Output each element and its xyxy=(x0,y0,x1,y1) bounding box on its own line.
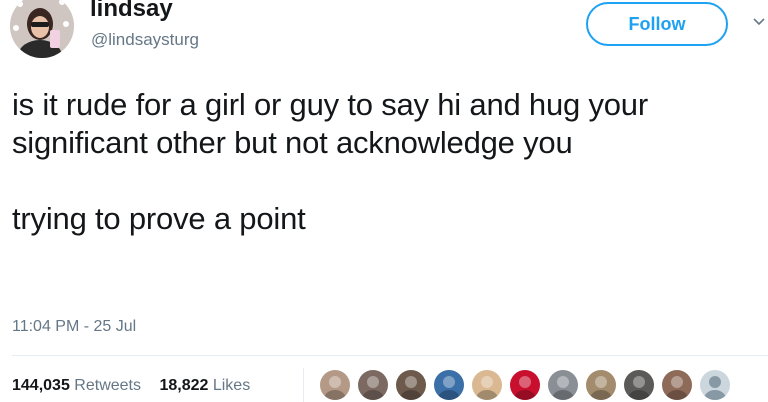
liker-avatar-icon xyxy=(472,370,502,400)
profile-avatar[interactable] xyxy=(10,0,74,58)
liker-avatar[interactable] xyxy=(584,368,618,402)
liker-avatar[interactable] xyxy=(698,368,732,402)
liker-avatar[interactable] xyxy=(660,368,694,402)
likes-stat[interactable]: 18,822 Likes xyxy=(159,377,250,394)
tweet-card: lindsay @lindsaysturg Follow is it rude … xyxy=(0,0,768,402)
liker-avatar[interactable] xyxy=(546,368,580,402)
liker-avatar-icon xyxy=(358,370,388,400)
liker-avatar-icon xyxy=(548,370,578,400)
user-handle[interactable]: @lindsaysturg xyxy=(91,29,199,51)
retweets-label: Retweets xyxy=(74,377,141,394)
tweet-paragraph: trying to prove a point xyxy=(12,201,306,236)
likes-label: Likes xyxy=(212,377,251,394)
liker-avatar-icon xyxy=(510,370,540,400)
follow-button-label: Follow xyxy=(628,13,686,34)
liker-avatar-icon xyxy=(396,370,426,400)
chevron-down-icon[interactable] xyxy=(752,16,766,28)
retweets-count: 144,035 xyxy=(12,377,70,394)
liker-avatar-icon xyxy=(320,370,350,400)
liker-avatar[interactable] xyxy=(318,368,352,402)
tweet-timestamp[interactable]: 11:04 PM - 25 Jul xyxy=(12,317,136,337)
liker-avatar[interactable] xyxy=(356,368,390,402)
profile-photo-icon xyxy=(10,0,74,58)
liker-avatar[interactable] xyxy=(394,368,428,402)
default-avatar-icon xyxy=(700,370,730,400)
divider xyxy=(303,368,304,402)
tweet-stats: 144,035 Retweets 18,822 Likes xyxy=(12,376,264,396)
tweet-text: is it rude for a girl or guy to say hi a… xyxy=(12,86,752,238)
liker-avatar[interactable] xyxy=(508,368,542,402)
liker-avatar-icon xyxy=(586,370,616,400)
display-name[interactable]: lindsay xyxy=(90,0,173,24)
liker-avatar-icon xyxy=(434,370,464,400)
likes-count: 18,822 xyxy=(159,377,209,394)
liker-avatar-icon xyxy=(662,370,692,400)
liker-avatar[interactable] xyxy=(432,368,466,402)
tweet-paragraph: is it rude for a girl or guy to say hi a… xyxy=(12,87,648,160)
retweets-stat[interactable]: 144,035 Retweets xyxy=(12,377,141,394)
liker-avatar[interactable] xyxy=(470,368,504,402)
liker-avatar[interactable] xyxy=(622,368,656,402)
liker-avatar-icon xyxy=(624,370,654,400)
divider xyxy=(12,355,768,356)
follow-button[interactable]: Follow xyxy=(586,2,728,46)
